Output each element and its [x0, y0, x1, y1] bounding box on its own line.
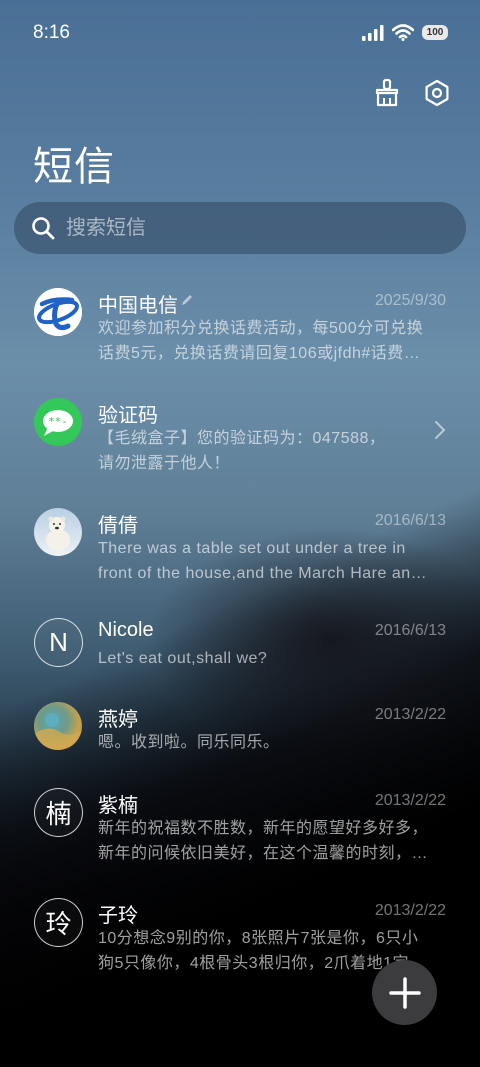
message-preview: There was a table set out under a tree i…	[98, 540, 428, 582]
message-bubble-icon: **-	[43, 410, 73, 436]
avatar	[34, 702, 82, 750]
settings-button[interactable]	[422, 78, 452, 108]
pencil-icon	[182, 295, 192, 305]
contact-name: 紫楠	[98, 795, 138, 817]
plus-icon	[388, 976, 421, 1009]
header-actions	[372, 78, 452, 108]
status-bar: 8:16 100	[0, 0, 480, 68]
avatar: 楠	[34, 788, 83, 837]
contact-name: Nicole	[98, 619, 154, 641]
message-date: 2013/2/22	[374, 706, 446, 723]
message-date: 2013/2/22	[374, 792, 446, 809]
message-date: 2016/6/13	[374, 512, 446, 529]
avatar: N	[34, 618, 83, 667]
contact-name: 中国电信	[98, 295, 178, 317]
contact-name: 燕婷	[98, 709, 138, 731]
conversation-item[interactable]: **- 验证码 【毛绒盒子】您的验证码为：047588， 请勿泄露于他人！	[0, 394, 480, 494]
avatar: 玲	[34, 898, 83, 947]
avatar	[34, 288, 82, 336]
brush-icon	[375, 78, 399, 107]
signal-icon	[362, 24, 384, 41]
message-preview: Let's eat out,shall we?	[98, 650, 268, 667]
message-preview: 欢迎参加积分兑换话费活动，每500分可兑换 话费5元，兑换话费请回复106或jf…	[98, 320, 424, 362]
contact-name: 倩倩	[98, 515, 138, 537]
page-title: 短信	[33, 145, 115, 189]
svg-text:**-: **-	[48, 415, 68, 428]
message-preview: 【毛绒盒子】您的验证码为：047588， 请勿泄露于他人！	[98, 430, 386, 472]
contact-name: 验证码	[98, 405, 158, 427]
new-message-button[interactable]	[372, 960, 437, 1025]
avatar: **-	[34, 398, 82, 446]
status-time: 8:16	[33, 22, 70, 43]
conversation-item[interactable]: 中国电信 2025/9/30 欢迎参加积分兑换话费活动，每500分可兑换 话费5…	[0, 284, 480, 384]
conversation-item[interactable]: 燕婷 2013/2/22 嗯。收到啦。同乐同乐。	[0, 698, 480, 798]
polar-bear-photo-icon	[46, 516, 70, 551]
search-icon	[32, 217, 55, 240]
message-date: 2013/2/22	[374, 902, 446, 919]
status-icons: 100	[362, 24, 448, 41]
wifi-icon	[392, 24, 414, 41]
search-input[interactable]	[64, 215, 448, 241]
message-preview: 新年的祝福数不胜数，新年的愿望好多好多， 新年的问候依旧美好，在这个温馨的时刻，…	[98, 820, 429, 862]
message-date: 2016/6/13	[374, 622, 446, 639]
search-bar[interactable]	[14, 202, 466, 254]
clean-button[interactable]	[372, 78, 402, 108]
message-preview: 嗯。收到啦。同乐同乐。	[98, 734, 280, 751]
settings-icon	[425, 79, 449, 107]
china-telecom-logo-icon	[34, 288, 82, 336]
avatar	[34, 508, 82, 556]
landscape-photo-icon	[34, 713, 82, 750]
contact-name: 子玲	[98, 905, 138, 927]
message-date: 2025/9/30	[374, 292, 446, 309]
conversation-item[interactable]: 倩倩 2016/6/13 There was a table set out u…	[0, 504, 480, 604]
battery-icon: 100	[422, 25, 448, 40]
chevron-right-icon	[435, 421, 446, 439]
conversation-item[interactable]: 楠 紫楠 2013/2/22 新年的祝福数不胜数，新年的愿望好多好多， 新年的问…	[0, 784, 480, 884]
